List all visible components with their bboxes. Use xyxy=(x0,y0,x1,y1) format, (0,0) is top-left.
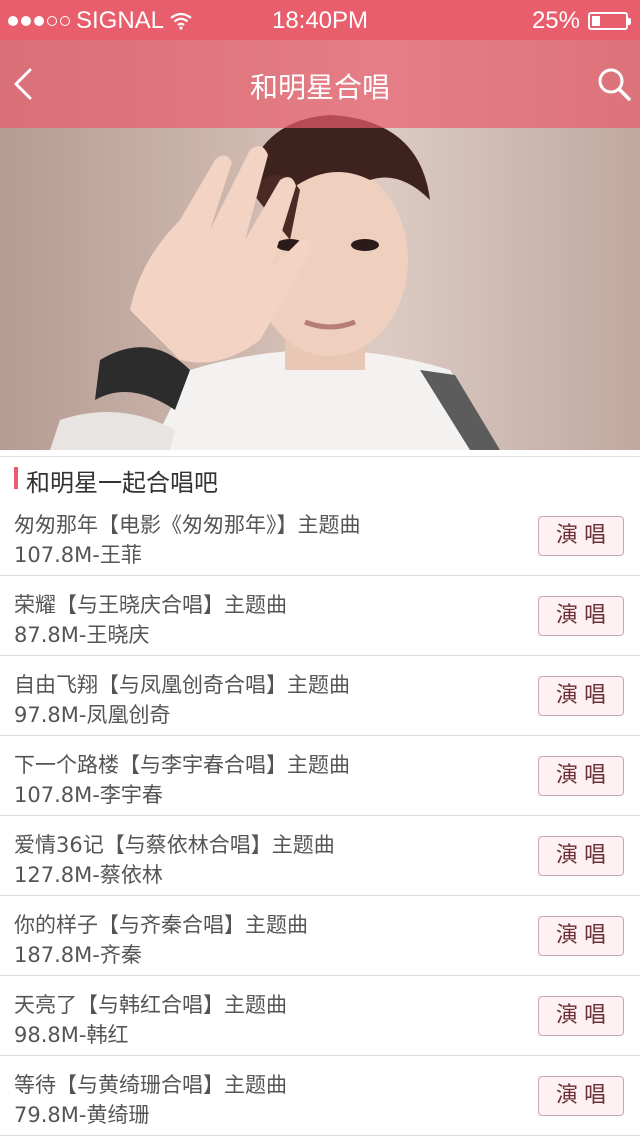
song-row[interactable]: 荣耀【与王晓庆合唱】主题曲 87.8M-王晓庆 演唱 xyxy=(0,576,640,656)
battery-fill xyxy=(592,16,600,26)
song-title: 自由飞翔【与凤凰创奇合唱】主题曲 xyxy=(14,673,350,697)
song-meta: 79.8M-黄绮珊 xyxy=(14,1103,150,1127)
song-list: 匆匆那年【电影《匆匆那年》】主题曲 107.8M-王菲 演唱 荣耀【与王晓庆合唱… xyxy=(0,496,640,1136)
section-accent-bar xyxy=(14,467,18,489)
song-meta: 97.8M-凤凰创奇 xyxy=(14,703,171,727)
battery-area: 25% xyxy=(531,7,631,35)
battery-nub xyxy=(628,18,631,25)
song-title: 爱情36记【与蔡依林合唱】主题曲 xyxy=(14,833,335,857)
page-title: 和明星合唱 xyxy=(249,71,390,104)
song-title: 下一个路楼【与李宇春合唱】主题曲 xyxy=(14,753,350,777)
song-title: 天亮了【与韩红合唱】主题曲 xyxy=(14,993,287,1017)
sing-button[interactable]: 演唱 xyxy=(538,596,624,636)
song-meta: 98.8M-韩红 xyxy=(14,1023,129,1047)
status-bar: SIGNAL 18:40PM 25% xyxy=(0,0,640,40)
sing-button[interactable]: 演唱 xyxy=(538,836,624,876)
song-meta: 107.8M-王菲 xyxy=(14,543,142,567)
song-row[interactable]: 你的样子【与齐秦合唱】主题曲 187.8M-齐秦 演唱 xyxy=(0,896,640,976)
sing-button[interactable]: 演唱 xyxy=(538,756,624,796)
song-meta: 127.8M-蔡依林 xyxy=(14,863,163,887)
song-row[interactable]: 爱情36记【与蔡依林合唱】主题曲 127.8M-蔡依林 演唱 xyxy=(0,816,640,896)
battery-percent: 25% xyxy=(531,7,580,34)
song-meta: 187.8M-齐秦 xyxy=(14,943,142,967)
song-meta: 107.8M-李宇春 xyxy=(14,783,163,807)
song-row[interactable]: 天亮了【与韩红合唱】主题曲 98.8M-韩红 演唱 xyxy=(0,976,640,1056)
song-row[interactable]: 等待【与黄绮珊合唱】主题曲 79.8M-黄绮珊 演唱 xyxy=(0,1056,640,1136)
battery-icon xyxy=(588,12,631,30)
song-title: 匆匆那年【电影《匆匆那年》】主题曲 xyxy=(14,513,361,537)
sing-button[interactable]: 演唱 xyxy=(538,516,624,556)
sing-button[interactable]: 演唱 xyxy=(538,916,624,956)
section-title: 和明星一起合唱吧 xyxy=(26,469,218,497)
song-row[interactable]: 匆匆那年【电影《匆匆那年》】主题曲 107.8M-王菲 演唱 xyxy=(0,496,640,576)
section-header: 和明星一起合唱吧 xyxy=(0,456,640,497)
sing-button[interactable]: 演唱 xyxy=(538,996,624,1036)
song-row[interactable]: 下一个路楼【与李宇春合唱】主题曲 107.8M-李宇春 演唱 xyxy=(0,736,640,816)
sing-button[interactable]: 演唱 xyxy=(538,676,624,716)
song-meta: 87.8M-王晓庆 xyxy=(14,623,150,647)
song-title: 等待【与黄绮珊合唱】主题曲 xyxy=(14,1073,287,1097)
sing-button[interactable]: 演唱 xyxy=(538,1076,624,1116)
search-icon[interactable] xyxy=(596,66,632,102)
song-title: 你的样子【与齐秦合唱】主题曲 xyxy=(14,913,308,937)
song-row[interactable]: 自由飞翔【与凤凰创奇合唱】主题曲 97.8M-凤凰创奇 演唱 xyxy=(0,656,640,736)
song-title: 荣耀【与王晓庆合唱】主题曲 xyxy=(14,593,287,617)
nav-bar: 和明星合唱 xyxy=(0,40,640,128)
hero-banner[interactable]: 和明星合唱 xyxy=(0,40,640,450)
